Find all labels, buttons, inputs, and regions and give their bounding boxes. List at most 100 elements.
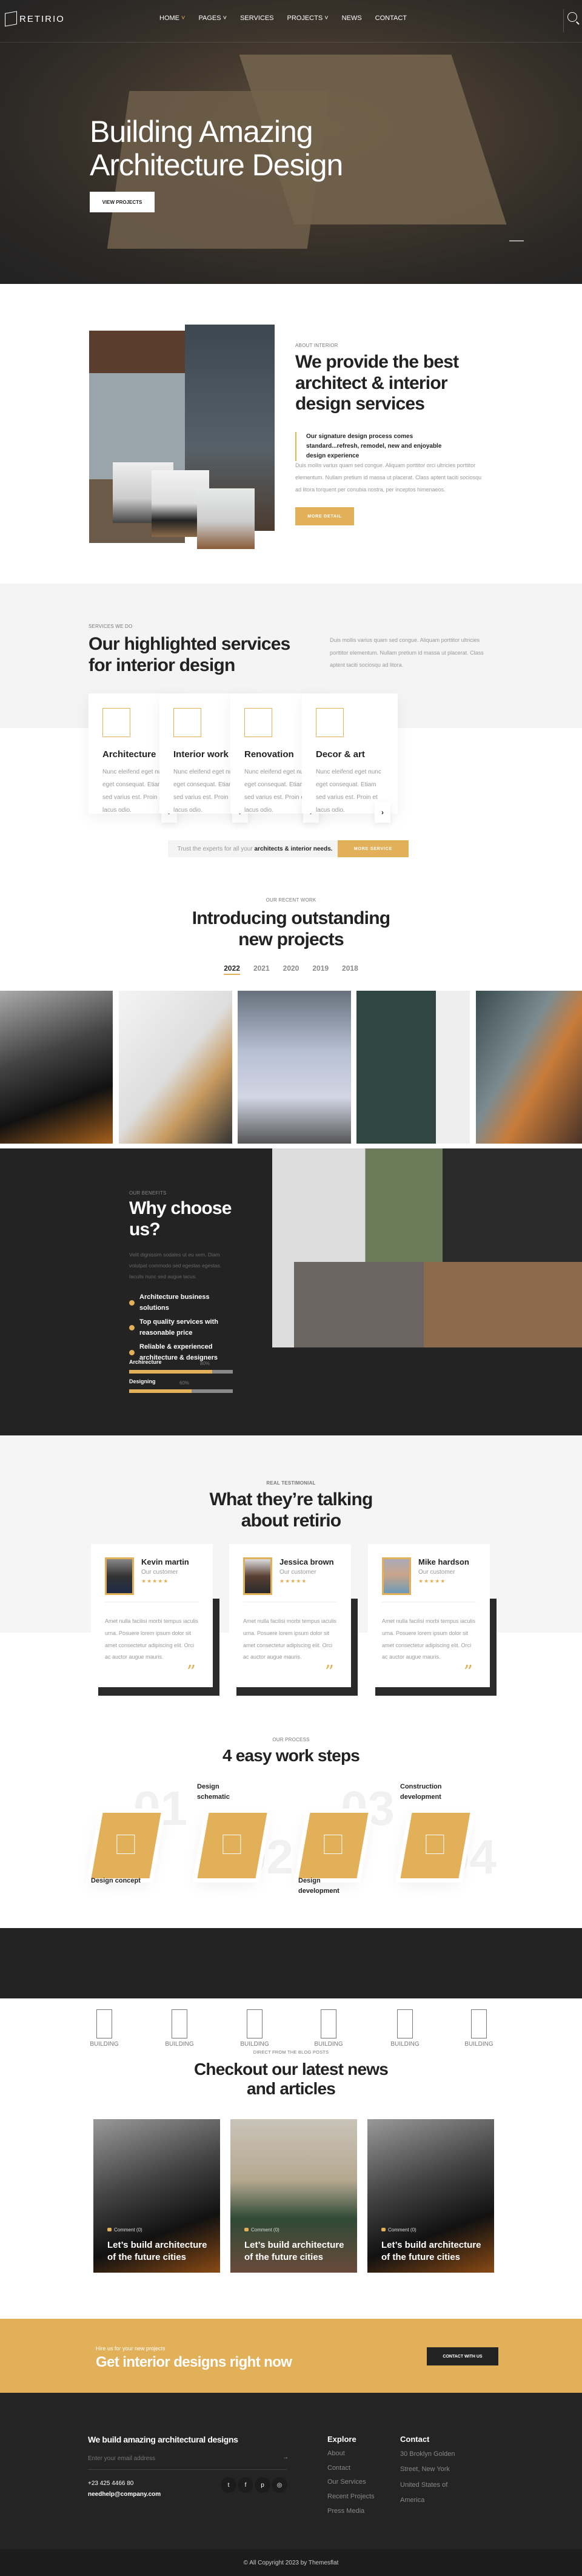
skill-percent: 60% <box>179 1380 190 1386</box>
slider-indicator[interactable] <box>509 240 524 241</box>
testimonial-card: Mike hardson Our customer ★★★★★ Amet nul… <box>368 1544 490 1687</box>
footer-link[interactable]: Our Services <box>327 2475 375 2490</box>
year-tabs: 2022 2021 2020 2019 2018 <box>0 964 582 975</box>
footer-link[interactable]: Press Media <box>327 2504 375 2519</box>
title-line: What they’re talking <box>209 1489 373 1509</box>
nav-label: PAGES <box>198 15 221 22</box>
armchair-icon <box>173 708 201 737</box>
blog-card[interactable]: Comment (0) Let’s build architecture of … <box>93 2119 220 2273</box>
comment-icon <box>107 2228 112 2231</box>
service-card[interactable]: Decor & art Nunc eleifend eget nunc eget… <box>302 693 398 823</box>
services-intro: Duis mollis varius quam sed congue. Aliq… <box>330 637 484 669</box>
partner-logo[interactable]: BUILDING <box>461 2009 497 2048</box>
check-circle-icon <box>129 1300 135 1306</box>
partner-name: BUILDING <box>464 2041 493 2048</box>
year-tab[interactable]: 2020 <box>283 964 299 975</box>
testimonial-card: Kevin martin Our customer ★★★★★ Amet nul… <box>91 1544 213 1687</box>
year-tab[interactable]: 2019 <box>312 964 329 975</box>
more-detail-button[interactable]: MORE DETAIL <box>295 507 354 525</box>
hero-title-line: Architecture Design <box>90 148 343 182</box>
trust-bold: architects & interior needs. <box>254 845 333 852</box>
projects-title: Introducing outstanding new projects <box>0 908 582 950</box>
hero-title: Building Amazing Architecture Design <box>90 115 343 182</box>
service-text: Nunc eleifend eget nunc eget consequat. … <box>316 769 381 814</box>
twitter-icon[interactable]: t <box>221 2477 236 2493</box>
project-image[interactable] <box>0 991 113 1144</box>
comment-count: Comment (0) <box>114 2227 142 2233</box>
title-line: us? <box>129 1219 161 1239</box>
skill-name: Archirecture <box>129 1359 162 1365</box>
footer-link[interactable]: Recent Projects <box>327 2490 375 2504</box>
testimonial-text: Amet nulla facilisi morbi tempus iaculis… <box>105 1602 199 1664</box>
nav-projects[interactable]: PROJECTS ˅ <box>287 15 329 22</box>
nav-services[interactable]: SERVICES <box>240 15 273 22</box>
footer-phone[interactable]: +23 425 4466 80 <box>88 2480 133 2487</box>
newsletter-email-input[interactable] <box>88 2448 287 2470</box>
why-label: OUR BENEFITS <box>129 1190 167 1196</box>
blog-card[interactable]: Comment (0) Let’s build architecture of … <box>367 2119 494 2273</box>
blog-title[interactable]: Let’s build architecture of the future c… <box>381 2239 490 2263</box>
step-card <box>400 1813 470 1878</box>
main-nav: RETIRIO HOME ˅ PAGES ˅ SERVICES PROJECTS… <box>0 0 582 42</box>
arrow-right-icon[interactable]: → <box>283 2454 289 2461</box>
nav-contact[interactable]: CONTACT <box>375 15 407 22</box>
nav-menu: HOME ˅ PAGES ˅ SERVICES PROJECTS ˅ NEWS … <box>159 15 407 22</box>
kitchen-icon <box>316 708 344 737</box>
blog-meta: Comment (0) <box>244 2227 279 2233</box>
footer-link[interactable]: About <box>327 2447 375 2461</box>
title-line: Why choose <box>129 1198 232 1218</box>
title-line: new projects <box>238 929 344 949</box>
pinterest-icon[interactable]: p <box>255 2477 270 2493</box>
year-tab[interactable]: 2021 <box>253 964 270 975</box>
step-icon <box>426 1835 444 1854</box>
building-logo-icon <box>321 2009 336 2038</box>
footer-tagline: We build amazing architectural designs <box>88 2435 238 2444</box>
testimonial-text: Amet nulla facilisi morbi tempus iaculis… <box>382 1602 476 1664</box>
step-icon <box>324 1835 343 1854</box>
footer-link[interactable]: Contact <box>327 2461 375 2476</box>
copyright: © All Copyright 2023 by Themesflat <box>0 2549 582 2576</box>
blog-title[interactable]: Let’s build architecture of the future c… <box>244 2239 353 2263</box>
project-image[interactable] <box>356 991 470 1144</box>
year-tab[interactable]: 2018 <box>342 964 358 975</box>
chevron-right-icon[interactable]: › <box>375 802 390 823</box>
partner-logo[interactable]: BUILDING <box>161 2009 198 2048</box>
instagram-icon[interactable]: ◎ <box>272 2477 287 2493</box>
partner-name: BUILDING <box>165 2041 194 2048</box>
benefit-text: Top quality services with reasonable pri… <box>139 1318 218 1337</box>
project-image[interactable] <box>119 991 232 1144</box>
partner-name: BUILDING <box>390 2041 420 2048</box>
more-service-button[interactable]: MORE SERVICE <box>338 840 409 857</box>
step-card <box>197 1813 267 1878</box>
buildings-icon <box>102 708 130 737</box>
quote-icon: ” <box>463 1662 473 1683</box>
project-image[interactable] <box>476 991 582 1144</box>
search-icon[interactable] <box>567 12 577 22</box>
year-tab[interactable]: 2022 <box>224 964 240 975</box>
title-line: and articles <box>246 2079 336 2099</box>
nav-home[interactable]: HOME ˅ <box>159 15 185 22</box>
brand-logo[interactable]: RETIRIO <box>5 11 65 27</box>
view-projects-button[interactable]: VIEW PROJECTS <box>90 192 155 212</box>
partner-logo[interactable]: BUILDING <box>86 2009 122 2048</box>
contact-with-us-button[interactable]: CONTACT WITH US <box>427 2347 498 2365</box>
nav-pages[interactable]: PAGES ˅ <box>198 15 227 22</box>
blog-card[interactable]: Comment (0) Let’s build architecture of … <box>230 2119 357 2273</box>
facebook-icon[interactable]: f <box>238 2477 253 2493</box>
blog-meta: Comment (0) <box>107 2227 142 2233</box>
footer-email[interactable]: needhelp@company.com <box>88 2491 161 2498</box>
project-image[interactable] <box>238 991 351 1144</box>
partner-logo[interactable]: BUILDING <box>236 2009 273 2048</box>
services-label: SERVICES WE DO <box>89 624 133 629</box>
partner-logo[interactable]: BUILDING <box>310 2009 347 2048</box>
process-label: OUR PROCESS <box>272 1737 310 1742</box>
logo-icon <box>5 11 17 27</box>
partner-name: BUILDING <box>90 2041 119 2048</box>
trust-text: Trust the experts for all your <box>177 845 253 852</box>
avatar <box>243 1557 272 1595</box>
skill-name: Designing <box>129 1378 156 1384</box>
nav-news[interactable]: NEWS <box>342 15 362 22</box>
comment-icon <box>381 2228 386 2231</box>
blog-title[interactable]: Let’s build architecture of the future c… <box>107 2239 216 2263</box>
partner-logo[interactable]: BUILDING <box>387 2009 423 2048</box>
